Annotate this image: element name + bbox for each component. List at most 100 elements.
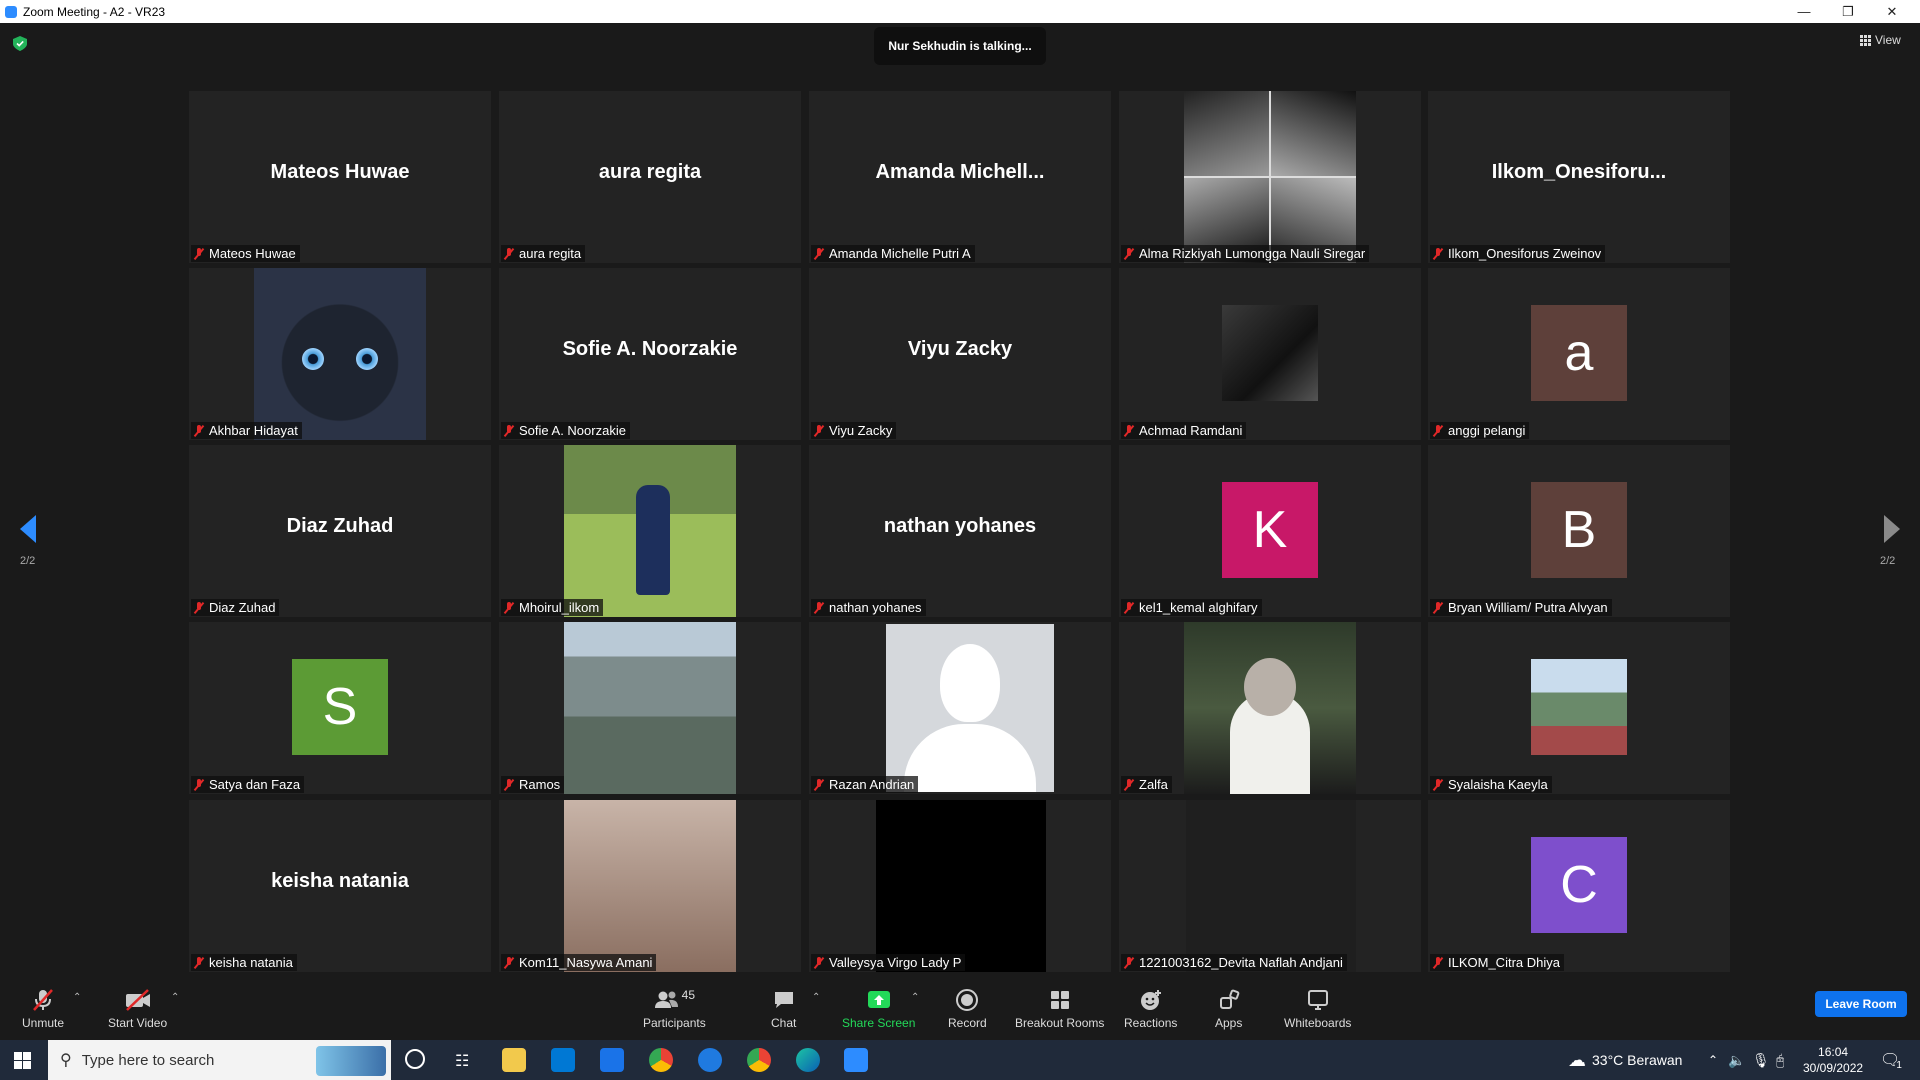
chat-options-caret-icon[interactable]: ⌃ [812,992,820,1003]
close-button[interactable]: ✕ [1870,0,1914,23]
minimize-button[interactable]: — [1782,0,1826,23]
video-tile[interactable]: Ilkom_Onesiforu... Ilkom_Onesiforus Zwein… [1428,91,1730,263]
video-tile[interactable]: Razan Andrian [809,622,1111,794]
video-tile[interactable]: B Bryan William/ Putra Alvyan [1428,445,1730,617]
start-video-button[interactable]: Start Video [108,988,167,1030]
participant-display-name: Viyu Zacky [907,338,1013,360]
participant-avatar: S [292,659,388,755]
weather-text: 33°C Berawan [1592,1052,1683,1068]
video-options-caret-icon[interactable]: ⌃ [171,992,179,1003]
video-tile[interactable]: Akhbar Hidayat [189,268,491,440]
teamviewer-icon[interactable] [698,1048,722,1072]
clock[interactable]: 16:04 30/09/2022 [1803,1040,1863,1080]
edge-icon[interactable] [796,1048,820,1072]
participants-button[interactable]: 45 Participants [643,988,706,1030]
video-tile[interactable]: Sofie A. Noorzakie Sofie A. Noorzakie [499,268,801,440]
previous-page-arrow-icon[interactable] [20,515,36,543]
video-tile[interactable]: Zalfa [1119,622,1421,794]
chat-button[interactable]: Chat [771,988,796,1030]
apps-button[interactable]: Apps [1215,988,1242,1030]
video-tile[interactable]: a anggi pelangi [1428,268,1730,440]
video-tile[interactable]: Viyu Zacky Viyu Zacky [809,268,1111,440]
file-explorer-icon[interactable] [502,1048,526,1072]
video-tile[interactable]: Mateos Huwae Mateos Huwae [189,91,491,263]
weather-widget[interactable]: ☁ 33°C Berawan [1568,1040,1682,1080]
muted-mic-icon [504,778,514,791]
video-tile[interactable]: nathan yohanes nathan yohanes [809,445,1111,617]
video-tile[interactable]: Syalaisha Kaeyla [1428,622,1730,794]
participant-name-label: kel1_kemal alghifary [1121,599,1262,616]
muted-mic-icon [1433,956,1443,969]
video-tile[interactable]: S Satya dan Faza [189,622,491,794]
video-tile[interactable]: Kkel1_kemal alghifary [1119,445,1421,617]
cortana-icon[interactable] [405,1049,425,1069]
share-options-caret-icon[interactable]: ⌃ [911,992,919,1003]
participant-name-label: Mateos Huwae [191,245,300,262]
video-tile[interactable]: Amanda Michell... Amanda Michelle Putri A [809,91,1111,263]
task-view-icon[interactable]: ☷ [455,1051,469,1071]
reactions-smiley-icon [1139,988,1163,1012]
participant-avatar: C [1531,837,1627,933]
chrome-icon[interactable] [649,1048,673,1072]
participant-name-label: Amanda Michelle Putri A [811,245,975,262]
meeting-area: Nur Sekhudin is talking... View 2/2 2/2 … [0,23,1920,978]
participant-name: Satya dan Faza [209,777,301,792]
muted-mic-icon [504,601,514,614]
reactions-label: Reactions [1124,1016,1178,1030]
participant-name: Ilkom_Onesiforus Zweinov [1448,246,1602,261]
participant-video-image [564,800,736,972]
participant-name-label: 1221003162_Devita Naflah Andjani [1121,954,1347,971]
tray-overflow-chevron-icon[interactable]: ⌃ [1708,1040,1718,1080]
reactions-button[interactable]: Reactions [1124,988,1177,1030]
video-tile[interactable]: aura regita aura regita [499,91,801,263]
participant-name-label: Kom11_Nasywa Amani [501,954,657,971]
breakout-rooms-button[interactable]: Breakout Rooms [1015,988,1104,1030]
muted-mic-icon [814,778,824,791]
zoom-taskbar-icon[interactable] [844,1048,868,1072]
notification-center-button[interactable]: 🗨 1 [1880,1040,1902,1080]
video-tile[interactable]: C ILKOM_Citra Dhiya [1428,800,1730,972]
video-tile[interactable]: Kom11_Nasywa Amani [499,800,801,972]
next-page-arrow-icon[interactable] [1884,515,1900,543]
video-tile[interactable]: keisha natania keisha natania [189,800,491,972]
participant-display-name: keisha natania [271,870,409,892]
volume-icon[interactable]: 🔈 [1728,1040,1745,1080]
chrome-profile-icon[interactable] [747,1048,771,1072]
audio-options-caret-icon[interactable]: ⌃ [73,992,81,1003]
encryption-shield-icon[interactable] [13,36,27,51]
share-screen-button[interactable]: Share Screen [842,988,915,1030]
participant-display-name: Amanda Michell... [875,161,1045,183]
participant-name: Alma Rizkiyah Lumongga Nauli Siregar [1139,246,1366,261]
active-speaker-banner: Nur Sekhudin is talking... [874,27,1046,65]
notification-count: 1 [1896,1059,1902,1071]
video-tile[interactable]: Mhoirul_ilkom [499,445,801,617]
microsoft-store-icon[interactable] [551,1048,575,1072]
leave-room-button[interactable]: Leave Room [1815,991,1907,1017]
view-button[interactable]: View [1860,33,1901,47]
windows-start-icon[interactable] [14,1052,31,1069]
video-tile[interactable]: 1221003162_Devita Naflah Andjani [1119,800,1421,972]
whiteboards-button[interactable]: Whiteboards [1284,988,1351,1030]
microphone-tray-icon[interactable]: 🎙 [1752,1040,1770,1080]
unmute-button[interactable]: Unmute [22,988,64,1030]
mail-icon[interactable] [600,1048,624,1072]
taskbar-search-box[interactable]: ⚲ Type here to search [48,1040,391,1080]
restore-button[interactable]: ❐ [1826,0,1870,23]
video-tile[interactable]: Alma Rizkiyah Lumongga Nauli Siregar [1119,91,1421,263]
participant-video-image [1184,91,1356,263]
participant-video-image [1531,659,1627,755]
video-tile[interactable]: Diaz Zuhad Diaz Zuhad [189,445,491,617]
page-indicator-left: 2/2 [20,555,36,567]
participant-name-label: Viyu Zacky [811,422,897,439]
participant-name-label: Satya dan Faza [191,776,305,793]
video-tile[interactable]: Valleysya Virgo Lady P [809,800,1111,972]
windows-taskbar: ⚲ Type here to search ☷ ☁ 33°C Berawan ⌃… [0,1040,1920,1080]
record-button[interactable]: Record [948,988,987,1030]
participant-display-name: aura regita [598,161,702,183]
video-tile[interactable]: Achmad Ramdani [1119,268,1421,440]
record-label: Record [948,1016,987,1030]
chat-bubble-icon [772,988,796,1012]
network-icon[interactable]: 🖰 [1776,1040,1784,1080]
video-tile[interactable]: Ramos [499,622,801,794]
participant-display-name: nathan yohanes [883,515,1037,537]
